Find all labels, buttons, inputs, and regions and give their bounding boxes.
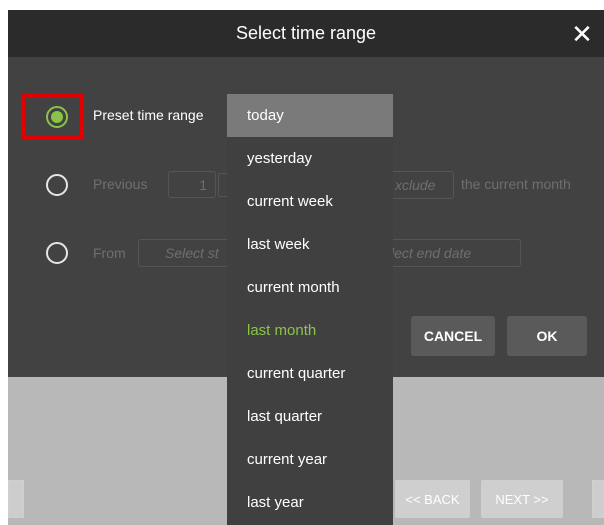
dropdown-item-last-year[interactable]: last year <box>227 481 393 524</box>
ok-button[interactable]: OK <box>507 316 587 356</box>
dropdown-item-yesterday[interactable]: yesterday <box>227 137 393 180</box>
dropdown-item-today[interactable]: today <box>227 94 393 137</box>
exclude-select-value: xclude <box>395 177 436 193</box>
dropdown-item-current-month[interactable]: current month <box>227 266 393 309</box>
preset-dropdown-list: today yesterday current week last week c… <box>227 94 393 525</box>
next-button[interactable]: NEXT >> <box>481 480 563 518</box>
preset-time-range-label: Preset time range <box>93 107 204 123</box>
previous-count-input[interactable]: 1 <box>168 171 216 198</box>
back-button[interactable]: << BACK <box>395 480 470 518</box>
start-date-placeholder: Select st <box>165 245 219 261</box>
dropdown-item-current-year[interactable]: current year <box>227 438 393 481</box>
radio-previous[interactable] <box>46 174 68 196</box>
dialog-header: Select time range ✕ <box>8 10 604 57</box>
dropdown-item-current-week[interactable]: current week <box>227 180 393 223</box>
dropdown-item-last-week[interactable]: last week <box>227 223 393 266</box>
radio-from[interactable] <box>46 242 68 264</box>
right-edge-control[interactable] <box>592 480 604 518</box>
previous-count-value: 1 <box>199 176 207 193</box>
dropdown-item-last-month[interactable]: last month <box>227 309 393 352</box>
end-date-placeholder: lect end date <box>391 245 472 261</box>
close-button[interactable]: ✕ <box>568 20 596 48</box>
radio-preset-time-range[interactable] <box>46 106 68 128</box>
from-label: From <box>93 245 126 261</box>
dialog-title: Select time range <box>235 23 377 43</box>
left-edge-control[interactable] <box>8 480 24 518</box>
close-icon: ✕ <box>571 19 593 49</box>
cancel-button[interactable]: CANCEL <box>411 316 495 356</box>
dropdown-item-last-quarter[interactable]: last quarter <box>227 395 393 438</box>
end-date-input[interactable]: lect end date <box>380 239 521 267</box>
dropdown-item-current-quarter[interactable]: current quarter <box>227 352 393 395</box>
previous-suffix-label: the current month <box>461 176 571 192</box>
previous-label: Previous <box>93 176 148 192</box>
